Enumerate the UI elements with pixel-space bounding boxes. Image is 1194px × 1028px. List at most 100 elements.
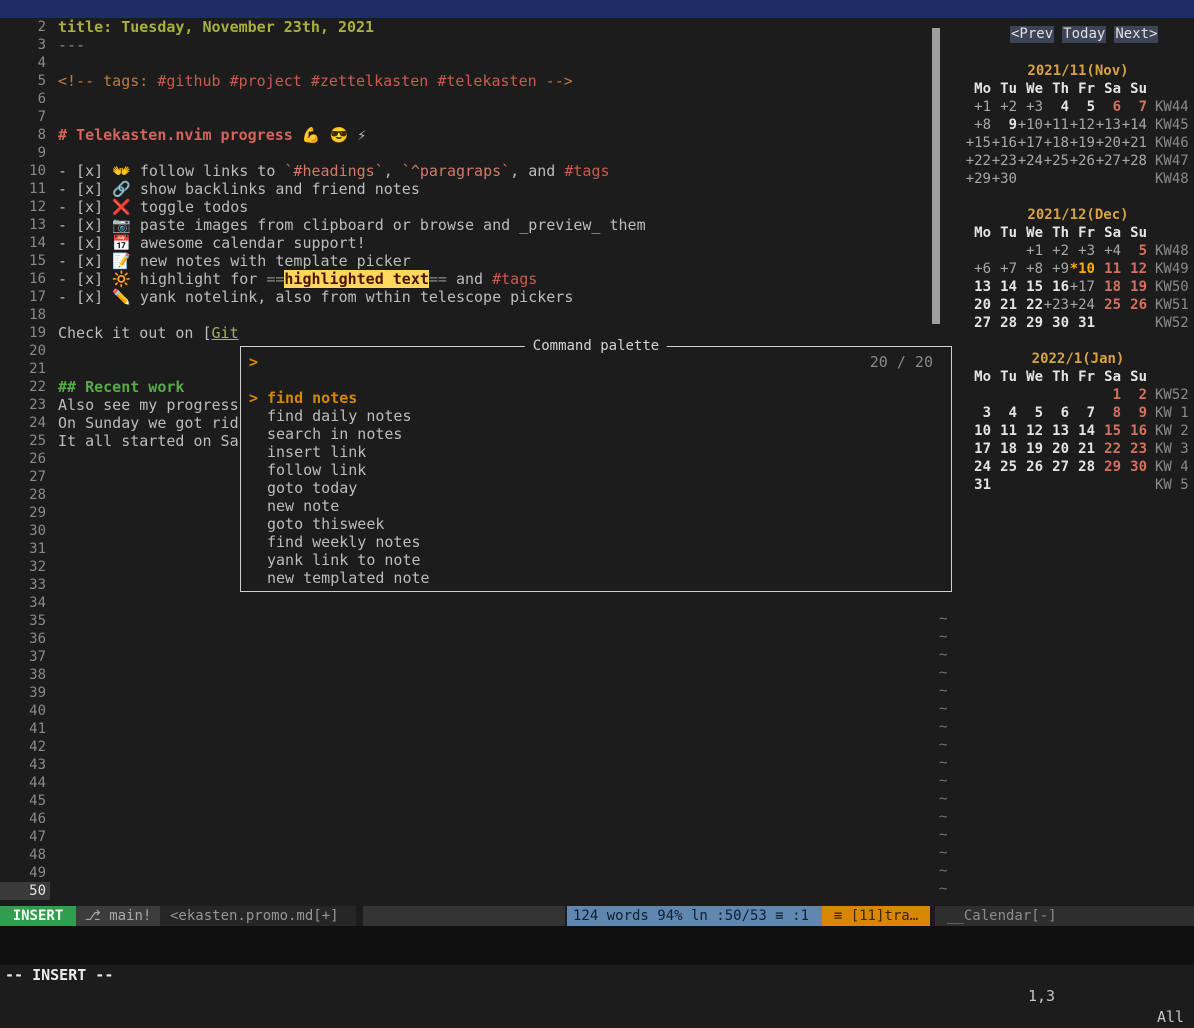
editor-line[interactable]: 18 <box>0 306 930 324</box>
editor-line[interactable]: 43 <box>0 756 930 774</box>
calendar-day[interactable]: +17 <box>1017 134 1043 152</box>
palette-item[interactable]: goto today <box>241 479 951 497</box>
palette-item[interactable]: follow link <box>241 461 951 479</box>
calendar-day[interactable]: +7 <box>991 260 1017 278</box>
calendar-day[interactable]: 15 <box>1017 278 1043 296</box>
calendar-prev-button[interactable]: <Prev <box>1010 26 1054 43</box>
editor-line[interactable]: 2title: Tuesday, November 23th, 2021 <box>0 18 930 36</box>
calendar-day[interactable]: 18 <box>1095 278 1121 296</box>
editor-line[interactable]: 5<!-- tags: #github #project #zettelkast… <box>0 72 930 90</box>
editor-line[interactable]: 41 <box>0 720 930 738</box>
calendar-day[interactable]: 26 <box>1017 458 1043 476</box>
calendar-day[interactable]: +22 <box>965 152 991 170</box>
calendar-day[interactable]: 12 <box>1121 260 1147 278</box>
calendar-day[interactable]: 21 <box>991 296 1017 314</box>
calendar-day[interactable]: 10 <box>965 422 991 440</box>
editor-line[interactable]: 47 <box>0 828 930 846</box>
editor-line[interactable]: 7 <box>0 108 930 126</box>
editor-line[interactable]: 50 <box>0 882 930 900</box>
calendar-day[interactable]: 31 <box>965 476 991 494</box>
calendar-day[interactable]: +25 <box>1043 152 1069 170</box>
calendar-day[interactable]: +21 <box>1121 134 1147 152</box>
calendar-day[interactable]: 13 <box>965 278 991 296</box>
palette-item[interactable]: find weekly notes <box>241 533 951 551</box>
calendar-day[interactable]: +2 <box>991 98 1017 116</box>
calendar-day[interactable]: 3 <box>965 404 991 422</box>
editor-line[interactable]: 45 <box>0 792 930 810</box>
calendar-day[interactable]: 7 <box>1069 404 1095 422</box>
calendar-day[interactable]: 9 <box>991 116 1017 134</box>
calendar-day[interactable]: +8 <box>965 116 991 134</box>
calendar-day[interactable]: +23 <box>1043 296 1069 314</box>
calendar-day[interactable]: +24 <box>1017 152 1043 170</box>
calendar-day[interactable]: 30 <box>1043 314 1069 332</box>
calendar-day[interactable]: 11 <box>991 422 1017 440</box>
calendar-day[interactable]: 6 <box>1095 98 1121 116</box>
calendar-day[interactable]: +20 <box>1095 134 1121 152</box>
editor-line[interactable]: 17- [x] ✏️ yank notelink, also from wthi… <box>0 288 930 306</box>
calendar-day[interactable]: 4 <box>991 404 1017 422</box>
calendar-day[interactable]: 28 <box>991 314 1017 332</box>
editor-line[interactable]: 36 <box>0 630 930 648</box>
editor-line[interactable]: 34 <box>0 594 930 612</box>
editor-line[interactable]: 48 <box>0 846 930 864</box>
calendar-day[interactable]: 11 <box>1095 260 1121 278</box>
calendar-day[interactable]: 12 <box>1017 422 1043 440</box>
palette-search-input[interactable] <box>258 353 870 371</box>
editor-line[interactable]: 6 <box>0 90 930 108</box>
calendar-day[interactable]: 25 <box>1095 296 1121 314</box>
calendar-day[interactable]: +15 <box>965 134 991 152</box>
editor-line[interactable]: 8# Telekasten.nvim progress 💪 😎 ⚡ <box>0 126 930 144</box>
editor-line[interactable]: 10- [x] 👐 follow links to `#headings`, `… <box>0 162 930 180</box>
calendar-day[interactable]: 4 <box>1043 98 1069 116</box>
calendar-day[interactable]: 24 <box>965 458 991 476</box>
calendar-day[interactable]: 25 <box>991 458 1017 476</box>
calendar-day[interactable]: 14 <box>991 278 1017 296</box>
calendar-day[interactable]: +28 <box>1121 152 1147 170</box>
calendar-day[interactable]: +16 <box>991 134 1017 152</box>
editor-line[interactable]: 35 <box>0 612 930 630</box>
calendar-day[interactable]: 5 <box>1121 242 1147 260</box>
editor-line[interactable]: 9 <box>0 144 930 162</box>
calendar-day[interactable]: 5 <box>1069 98 1095 116</box>
calendar-day[interactable]: 19 <box>1121 278 1147 296</box>
calendar-day[interactable]: +14 <box>1121 116 1147 134</box>
palette-item[interactable]: goto thisweek <box>241 515 951 533</box>
editor-line[interactable]: 4 <box>0 54 930 72</box>
palette-item[interactable]: insert link <box>241 443 951 461</box>
calendar-day[interactable]: +27 <box>1095 152 1121 170</box>
calendar-day[interactable]: +4 <box>1095 242 1121 260</box>
calendar-day[interactable]: 1 <box>1095 386 1121 404</box>
calendar-day[interactable]: +8 <box>1017 260 1043 278</box>
palette-item[interactable]: new templated note <box>241 569 951 587</box>
editor-line[interactable]: 3--- <box>0 36 930 54</box>
editor-line[interactable]: 42 <box>0 738 930 756</box>
calendar-day[interactable]: 14 <box>1069 422 1095 440</box>
editor-line[interactable]: 15- [x] 📝 new notes with template picker <box>0 252 930 270</box>
calendar-day[interactable]: 27 <box>965 314 991 332</box>
calendar-next-button[interactable]: Next> <box>1114 26 1158 43</box>
calendar-day[interactable]: 22 <box>1095 440 1121 458</box>
calendar-day[interactable]: +12 <box>1069 116 1095 134</box>
calendar-day[interactable]: 16 <box>1043 278 1069 296</box>
editor-line[interactable]: 46 <box>0 810 930 828</box>
editor-line[interactable]: 14- [x] 📅 awesome calendar support! <box>0 234 930 252</box>
palette-item[interactable]: search in notes <box>241 425 951 443</box>
calendar-day[interactable]: +23 <box>991 152 1017 170</box>
calendar-day[interactable]: +18 <box>1043 134 1069 152</box>
calendar-day[interactable]: 26 <box>1121 296 1147 314</box>
calendar-day[interactable]: +24 <box>1069 296 1095 314</box>
editor-line[interactable]: 12- [x] ❌ toggle todos <box>0 198 930 216</box>
editor-line[interactable]: 49 <box>0 864 930 882</box>
calendar-day[interactable]: 22 <box>1017 296 1043 314</box>
editor-line[interactable]: 37 <box>0 648 930 666</box>
calendar-day[interactable]: *10 <box>1069 260 1095 278</box>
editor-line[interactable]: 39 <box>0 684 930 702</box>
calendar-day[interactable]: 20 <box>1043 440 1069 458</box>
calendar-day[interactable]: +11 <box>1043 116 1069 134</box>
editor-line[interactable]: 44 <box>0 774 930 792</box>
editor-line[interactable]: 40 <box>0 702 930 720</box>
calendar-day[interactable]: +26 <box>1069 152 1095 170</box>
editor-line[interactable]: 11- [x] 🔗 show backlinks and friend note… <box>0 180 930 198</box>
calendar-day[interactable]: 19 <box>1017 440 1043 458</box>
